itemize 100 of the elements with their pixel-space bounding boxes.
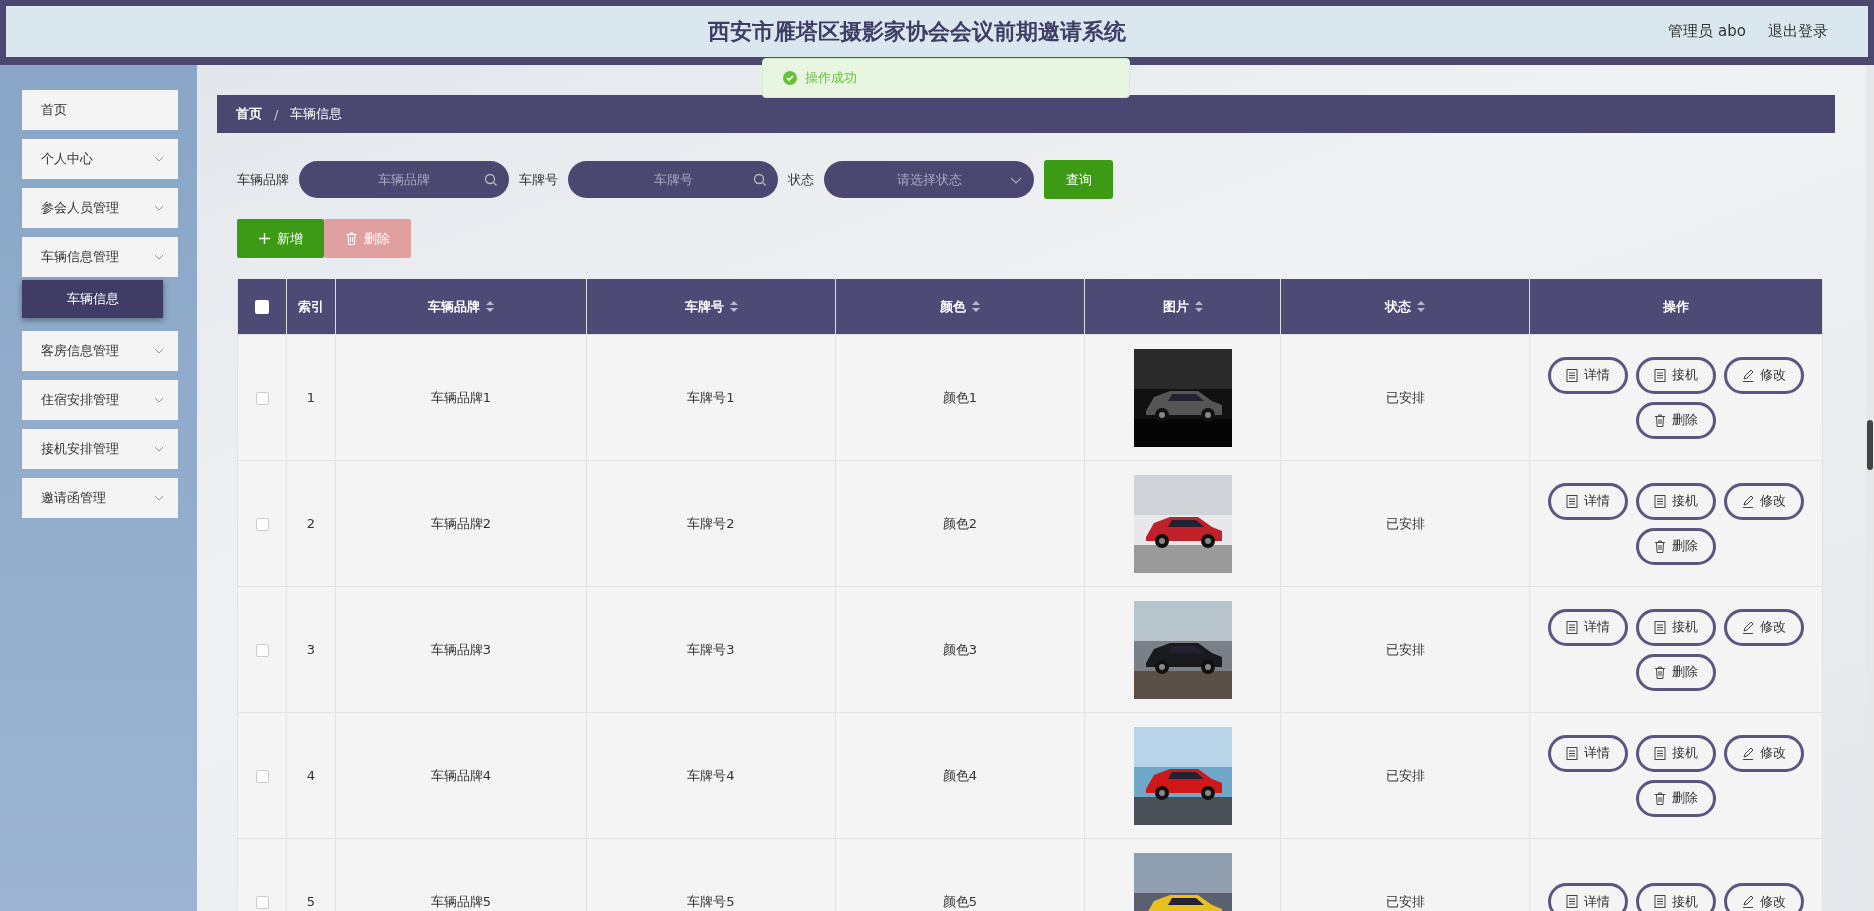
column-header: 索引 xyxy=(298,297,324,316)
sidebar-item[interactable]: 住宿安排管理 xyxy=(22,380,178,420)
document-icon xyxy=(1654,494,1666,508)
add-button[interactable]: 新增 xyxy=(237,219,324,258)
edit-button[interactable]: 修改 xyxy=(1724,734,1804,772)
edit-button[interactable]: 修改 xyxy=(1724,608,1804,646)
table-cell: 已安排 xyxy=(1385,389,1425,405)
search-field[interactable]: 车辆品牌 xyxy=(299,161,509,198)
query-button[interactable]: 查询 xyxy=(1044,160,1113,199)
row-checkbox[interactable] xyxy=(255,896,269,909)
breadcrumb-item[interactable]: 首页 xyxy=(236,105,262,123)
trash-icon xyxy=(1654,791,1666,805)
row-checkbox[interactable] xyxy=(255,392,269,405)
table-cell: 车辆品牌3 xyxy=(430,641,492,657)
column-header[interactable]: 状态 xyxy=(1385,297,1411,316)
table-cell: 车牌号4 xyxy=(687,767,735,783)
table-cell: 已安排 xyxy=(1385,767,1425,783)
table-cell: 车辆品牌1 xyxy=(430,389,492,405)
edit-button[interactable]: 修改 xyxy=(1724,356,1804,394)
sidebar-item[interactable]: 车辆信息管理 xyxy=(22,237,178,277)
pencil-icon xyxy=(1742,368,1754,382)
document-icon xyxy=(1566,746,1578,760)
column-header[interactable]: 颜色 xyxy=(940,297,966,316)
chevron-down-icon xyxy=(154,495,164,501)
delete-button[interactable]: 删除 xyxy=(1636,779,1716,817)
sort-icon[interactable] xyxy=(729,301,738,312)
document-icon xyxy=(1654,746,1666,760)
detail-button[interactable]: 详情 xyxy=(1548,482,1628,520)
pickup-button[interactable]: 接机 xyxy=(1636,356,1716,394)
document-icon xyxy=(1566,620,1578,634)
toast-message: 操作成功 xyxy=(805,69,857,87)
table-cell: 2 xyxy=(306,516,316,531)
document-icon xyxy=(1654,368,1666,382)
detail-button[interactable]: 详情 xyxy=(1548,883,1628,911)
chevron-down-icon xyxy=(154,156,164,162)
column-header[interactable]: 图片 xyxy=(1162,297,1189,316)
sidebar-item[interactable]: 邀请函管理 xyxy=(22,478,178,518)
table-cell: 车牌号2 xyxy=(687,515,735,531)
document-icon xyxy=(1654,620,1666,634)
pickup-button[interactable]: 接机 xyxy=(1636,608,1716,646)
logout-link[interactable]: 退出登录 xyxy=(1768,22,1828,41)
pencil-icon xyxy=(1742,746,1754,760)
edit-button[interactable]: 修改 xyxy=(1724,883,1804,911)
column-header[interactable]: 车辆品牌 xyxy=(428,297,480,316)
status-select[interactable]: 请选择状态 xyxy=(824,161,1034,198)
search-field[interactable]: 车牌号 xyxy=(568,161,778,198)
delete-button[interactable]: 删除 xyxy=(1636,527,1716,565)
chevron-down-icon xyxy=(154,348,164,354)
chevron-down-icon xyxy=(154,397,164,403)
user-name: 管理员 abo xyxy=(1668,22,1746,41)
document-icon xyxy=(1566,895,1578,908)
table-cell: 5 xyxy=(306,894,316,909)
table-cell: 车牌号3 xyxy=(687,641,735,657)
scrollbar[interactable] xyxy=(1866,65,1874,911)
detail-button[interactable]: 详情 xyxy=(1548,356,1628,394)
pencil-icon xyxy=(1742,494,1754,508)
plus-icon xyxy=(258,232,271,245)
table-cell: 车牌号5 xyxy=(687,893,735,909)
table-cell: 颜色5 xyxy=(942,893,978,909)
table-cell: 颜色1 xyxy=(942,389,978,405)
pencil-icon xyxy=(1742,620,1754,634)
search-icon xyxy=(484,173,498,187)
table-cell: 已安排 xyxy=(1385,641,1425,657)
check-circle-icon xyxy=(783,71,797,85)
delete-button[interactable]: 删除 xyxy=(1636,653,1716,691)
scrollbar-thumb[interactable] xyxy=(1867,420,1873,470)
sort-icon[interactable] xyxy=(486,301,494,312)
table-cell: 车辆品牌2 xyxy=(430,515,492,531)
edit-button[interactable]: 修改 xyxy=(1724,482,1804,520)
field-label: 车辆品牌 xyxy=(237,170,289,189)
sidebar-item[interactable]: 接机安排管理 xyxy=(22,429,178,469)
column-header: 操作 xyxy=(1663,297,1689,316)
table-cell: 车牌号1 xyxy=(687,389,735,405)
pencil-icon xyxy=(1742,895,1754,908)
row-checkbox[interactable] xyxy=(255,644,269,657)
column-header[interactable]: 车牌号 xyxy=(684,297,724,316)
table-cell: 车辆品牌4 xyxy=(430,767,492,783)
trash-icon xyxy=(345,232,358,245)
sidebar-item[interactable]: 个人中心 xyxy=(22,139,178,179)
pickup-button[interactable]: 接机 xyxy=(1636,734,1716,772)
pickup-button[interactable]: 接机 xyxy=(1636,883,1716,911)
row-checkbox[interactable] xyxy=(255,518,269,531)
sidebar-item[interactable]: 客房信息管理 xyxy=(22,331,178,371)
select-all-checkbox[interactable] xyxy=(255,300,269,315)
sort-icon[interactable] xyxy=(1417,301,1425,312)
table-cell: 3 xyxy=(306,642,316,657)
sort-icon[interactable] xyxy=(1194,301,1203,312)
sidebar-item[interactable]: 首页 xyxy=(22,90,178,130)
search-icon xyxy=(753,173,767,187)
submenu-item[interactable]: 车辆信息 xyxy=(22,280,163,318)
pickup-button[interactable]: 接机 xyxy=(1636,482,1716,520)
delete-button[interactable]: 删除 xyxy=(1636,401,1716,439)
sidebar-item[interactable]: 参会人员管理 xyxy=(22,188,178,228)
row-checkbox[interactable] xyxy=(255,770,269,783)
detail-button[interactable]: 详情 xyxy=(1548,734,1628,772)
detail-button[interactable]: 详情 xyxy=(1548,608,1628,646)
trash-icon xyxy=(1654,665,1666,679)
field-label: 状态 xyxy=(788,170,814,189)
sort-icon[interactable] xyxy=(972,301,980,312)
chevron-down-icon xyxy=(154,205,164,211)
